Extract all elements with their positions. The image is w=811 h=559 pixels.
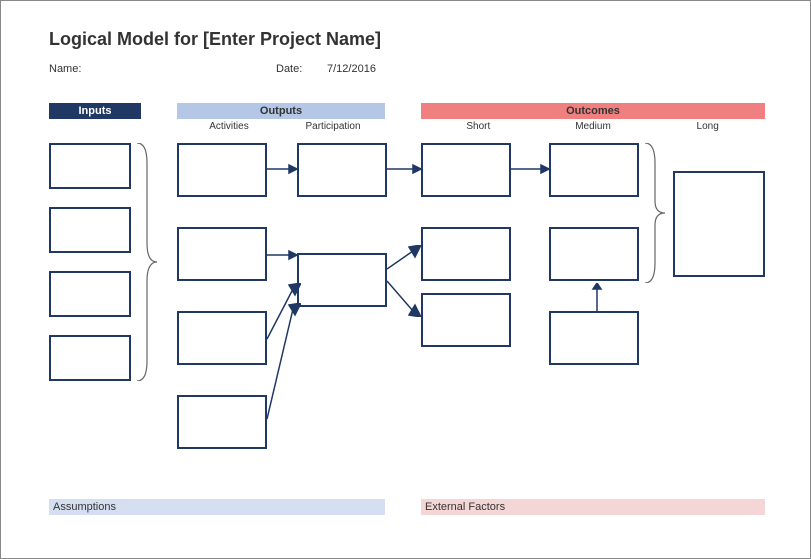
arrow-icon	[267, 303, 301, 423]
name-label: Name:	[49, 63, 81, 75]
short-outcome-box	[421, 227, 511, 281]
input-box	[49, 271, 131, 317]
medium-outcome-box	[549, 143, 639, 197]
date-value: 7/12/2016	[327, 63, 376, 75]
arrow-icon	[267, 161, 297, 177]
brace-inputs	[133, 143, 161, 381]
arrow-up-icon	[589, 283, 605, 311]
date-label: Date:	[276, 63, 302, 75]
short-outcome-box	[421, 143, 511, 197]
input-box	[49, 335, 131, 381]
header-activities: Activities	[177, 119, 281, 135]
arrow-icon	[267, 247, 297, 263]
activity-box	[177, 395, 267, 449]
short-outcome-box	[421, 293, 511, 347]
activity-box	[177, 227, 267, 281]
participation-box	[297, 253, 387, 307]
participation-box	[297, 143, 387, 197]
arrow-icon	[511, 161, 549, 177]
document-title: Logical Model for [Enter Project Name]	[49, 29, 381, 50]
activity-box	[177, 143, 267, 197]
header-outcomes: Outcomes	[421, 103, 765, 119]
header-outputs: Outputs	[177, 103, 385, 119]
header-outputs-sub: Activities Participation	[177, 119, 385, 135]
header-inputs: Inputs	[49, 103, 141, 119]
input-box	[49, 143, 131, 189]
header-medium: Medium	[536, 119, 651, 135]
arrow-icon	[387, 277, 421, 317]
input-box	[49, 207, 131, 253]
arrow-icon	[387, 245, 421, 273]
footer-external: External Factors	[421, 499, 765, 515]
footer-assumptions: Assumptions	[49, 499, 385, 515]
header-participation: Participation	[281, 119, 385, 135]
header-outcomes-sub: Short Medium Long	[421, 119, 765, 135]
header-short: Short	[421, 119, 536, 135]
activity-box	[177, 311, 267, 365]
brace-medium	[641, 143, 669, 283]
medium-outcome-box	[549, 227, 639, 281]
medium-outcome-box	[549, 311, 639, 365]
header-long: Long	[650, 119, 765, 135]
arrow-icon	[387, 161, 421, 177]
long-outcome-box	[673, 171, 765, 277]
